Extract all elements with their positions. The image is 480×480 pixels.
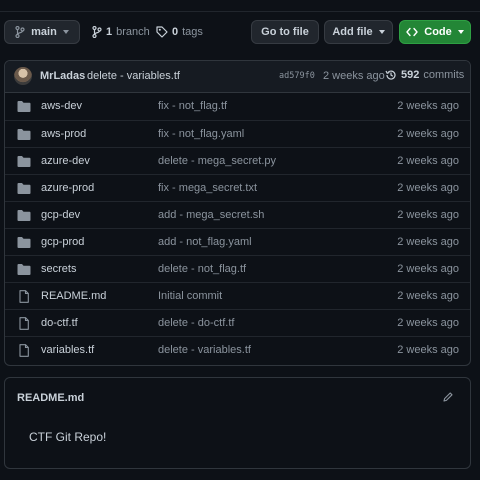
top-divider [0, 0, 480, 12]
file-commit-message[interactable]: fix - mega_secret.txt [158, 182, 257, 194]
branches-link[interactable]: 1 branch [92, 20, 150, 44]
folder-icon [17, 156, 31, 167]
go-to-file-button[interactable]: Go to file [251, 20, 319, 44]
tag-label: tags [182, 26, 203, 38]
code-icon [406, 27, 418, 37]
file-row[interactable]: aws-dev fix - not_flag.tf 2 weeks ago [5, 93, 470, 120]
file-commit-message[interactable]: delete - not_flag.tf [158, 263, 246, 275]
commit-message[interactable]: delete - variables.tf [87, 70, 180, 82]
branch-label: branch [116, 26, 150, 38]
file-row[interactable]: gcp-prod add - not_flag.yaml 2 weeks ago [5, 228, 470, 255]
file-row[interactable]: variables.tf delete - variables.tf 2 weeks… [5, 336, 470, 363]
file-name[interactable]: gcp-dev [41, 209, 80, 221]
file-icon [19, 317, 29, 330]
branch-count: 1 [106, 26, 113, 38]
file-name[interactable]: aws-dev [41, 100, 82, 112]
chevron-down-icon [457, 30, 464, 34]
file-list: aws-dev fix - not_flag.tf 2 weeks ago aws-p… [5, 93, 470, 363]
code-label: Code [424, 26, 452, 38]
file-row[interactable]: README.md Initial commit 2 weeks ago [5, 282, 470, 309]
file-age: 2 weeks ago [397, 290, 459, 302]
git-branch-icon [92, 26, 102, 38]
file-row[interactable]: aws-prod fix - not_flag.yaml 2 weeks ago [5, 120, 470, 147]
file-commit-message[interactable]: fix - not_flag.tf [158, 100, 227, 112]
git-branch-icon [15, 26, 25, 38]
commits-label: commits [423, 69, 465, 81]
file-name[interactable]: secrets [41, 263, 76, 275]
file-name[interactable]: azure-prod [41, 182, 94, 194]
file-row[interactable]: azure-prod fix - mega_secret.txt 2 weeks a… [5, 174, 470, 201]
file-row[interactable]: azure-dev delete - mega_secret.py 2 weeks … [5, 147, 470, 174]
readme-title: README.md [17, 392, 85, 404]
file-age: 2 weeks ago [397, 128, 459, 140]
file-commit-message[interactable]: delete - mega_secret.py [158, 155, 276, 167]
file-commit-message[interactable]: delete - variables.tf [158, 344, 251, 356]
file-commit-message[interactable]: delete - do-ctf.tf [158, 317, 234, 329]
file-icon [19, 290, 29, 303]
latest-commit-bar: MrLadas delete - variables.tf ad579f0 2 … [5, 61, 470, 93]
file-age: 2 weeks ago [397, 182, 459, 194]
file-icon [19, 344, 29, 357]
folder-icon [17, 264, 31, 275]
file-commit-message[interactable]: Initial commit [158, 290, 222, 302]
folder-icon [17, 101, 31, 112]
file-commit-message[interactable]: add - mega_secret.sh [158, 209, 264, 221]
commits-count: 592 [401, 69, 420, 81]
file-commit-message[interactable]: add - not_flag.yaml [158, 236, 252, 248]
commit-author[interactable]: MrLadas [40, 70, 85, 82]
pencil-icon[interactable] [442, 391, 454, 403]
file-age: 2 weeks ago [397, 155, 459, 167]
folder-icon [17, 129, 31, 140]
file-browser: MrLadas delete - variables.tf ad579f0 2 … [4, 60, 471, 366]
file-name[interactable]: azure-dev [41, 155, 90, 167]
history-icon [385, 70, 396, 80]
file-row[interactable]: do-ctf.tf delete - do-ctf.tf 2 weeks ago [5, 309, 470, 336]
chevron-down-icon [378, 30, 385, 34]
code-button[interactable]: Code [399, 20, 471, 44]
file-name[interactable]: aws-prod [41, 128, 86, 140]
file-name[interactable]: README.md [41, 290, 106, 302]
file-age: 2 weeks ago [397, 236, 459, 248]
tag-count: 0 [172, 26, 179, 38]
folder-icon [17, 210, 31, 221]
folder-icon [17, 237, 31, 248]
tag-icon [156, 26, 168, 38]
commit-sha[interactable]: ad579f0 [279, 71, 315, 81]
file-age: 2 weeks ago [397, 344, 459, 356]
commits-history-link[interactable]: 592 commits [385, 69, 464, 81]
branch-select-button[interactable]: main [4, 20, 80, 44]
file-commit-message[interactable]: fix - not_flag.yaml [158, 128, 244, 140]
add-file-button[interactable]: Add file [324, 20, 393, 44]
file-name[interactable]: do-ctf.tf [41, 317, 78, 329]
branch-name: main [31, 26, 57, 38]
file-row[interactable]: gcp-dev add - mega_secret.sh 2 weeks ago [5, 201, 470, 228]
chevron-down-icon [62, 30, 69, 34]
readme-panel: README.md CTF Git Repo! [4, 377, 471, 469]
add-file-label: Add file [332, 26, 373, 38]
readme-content: CTF Git Repo! [29, 430, 107, 444]
file-row[interactable]: secrets delete - not_flag.tf 2 weeks ago [5, 255, 470, 282]
file-age: 2 weeks ago [397, 209, 459, 221]
tags-link[interactable]: 0 tags [156, 20, 203, 44]
file-age: 2 weeks ago [397, 100, 459, 112]
file-age: 2 weeks ago [397, 263, 459, 275]
repo-toolbar: main 1 branch 0 tags Go to file Add file… [4, 20, 476, 44]
file-name[interactable]: variables.tf [41, 344, 94, 356]
folder-icon [17, 183, 31, 194]
file-name[interactable]: gcp-prod [41, 236, 84, 248]
avatar[interactable] [14, 67, 32, 85]
commit-time: 2 weeks ago [323, 70, 385, 82]
file-age: 2 weeks ago [397, 317, 459, 329]
